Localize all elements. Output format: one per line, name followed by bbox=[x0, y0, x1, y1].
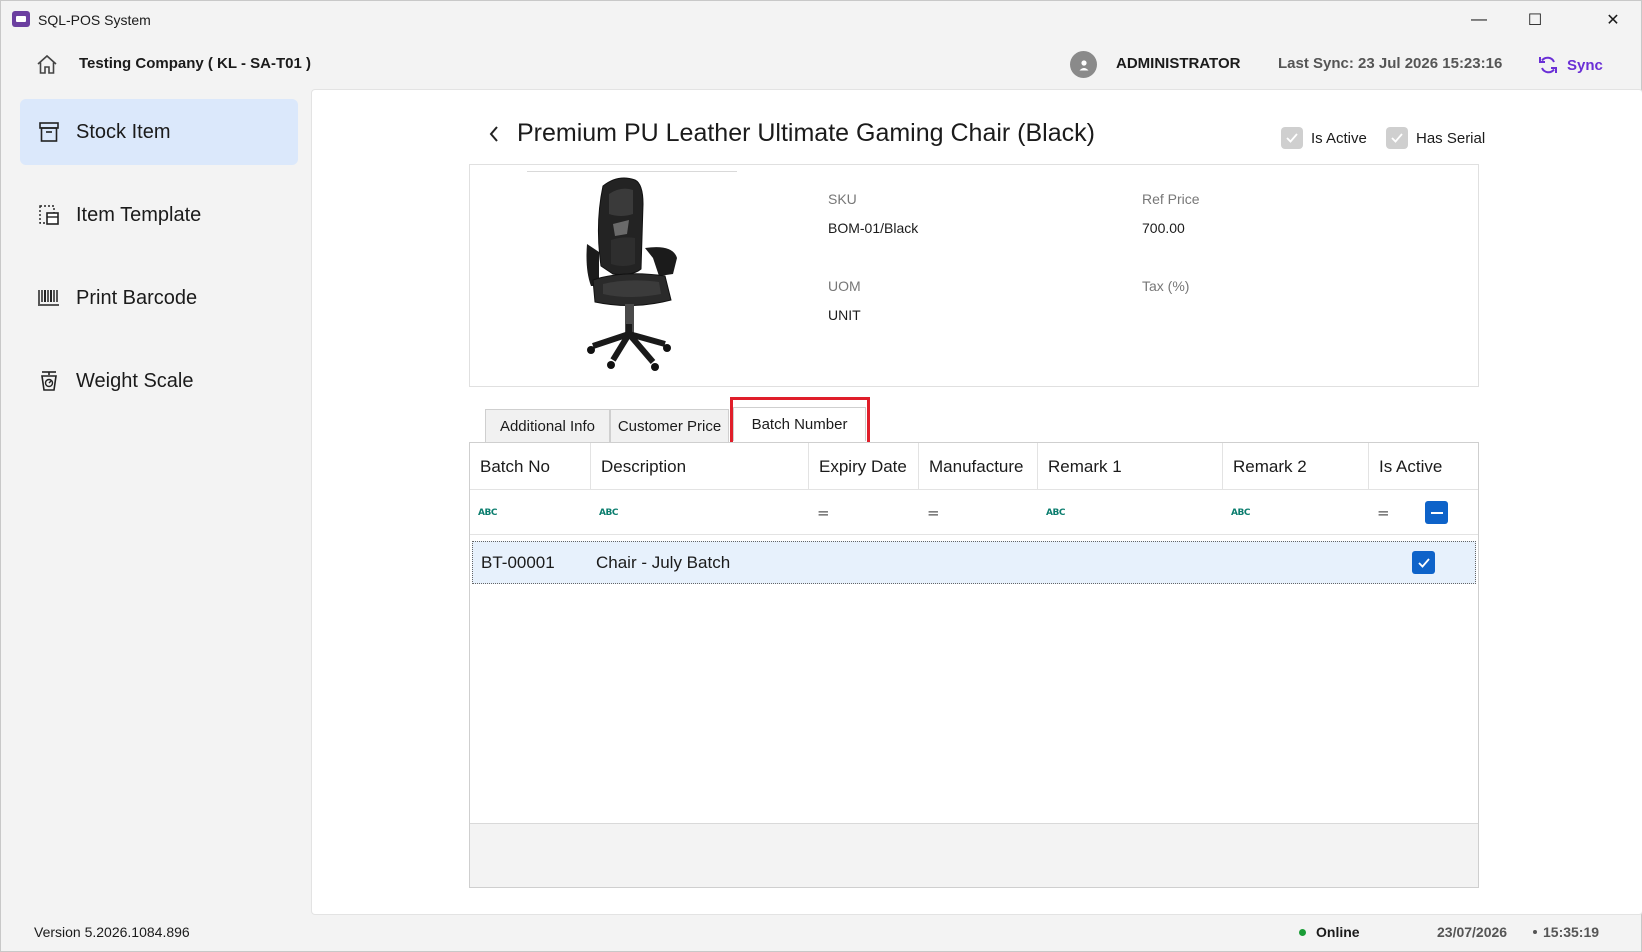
status-time-wrap: 15:35:19 bbox=[1533, 924, 1599, 940]
sidebar-item-label: Weight Scale bbox=[76, 370, 194, 392]
weight-scale-icon bbox=[41, 371, 57, 391]
close-button[interactable]: ✕ bbox=[1585, 1, 1641, 39]
tab-customer-price[interactable]: Customer Price bbox=[610, 409, 729, 443]
company-name: Testing Company ( KL - SA-T01 ) bbox=[79, 55, 311, 72]
archive-box-icon bbox=[39, 122, 59, 142]
text-filter-icon[interactable]: ABC bbox=[470, 490, 497, 535]
check-icon bbox=[1417, 557, 1430, 568]
filter-glyph: = bbox=[817, 503, 830, 522]
image-divider bbox=[527, 171, 737, 172]
row-is-active-checkbox[interactable] bbox=[1412, 551, 1435, 574]
user-avatar[interactable] bbox=[1070, 51, 1097, 78]
filter-glyph: = bbox=[1377, 503, 1390, 522]
filter-glyph: ABC bbox=[478, 507, 497, 518]
back-button[interactable] bbox=[484, 120, 504, 148]
column-header-is-active[interactable]: Is Active bbox=[1369, 443, 1478, 490]
sidebar: Stock Item Item Template Print Barcode W… bbox=[1, 91, 311, 911]
minimize-button[interactable]: — bbox=[1451, 1, 1507, 39]
indeterminate-icon bbox=[1430, 511, 1443, 514]
text-filter-icon[interactable]: ABC bbox=[1223, 490, 1250, 535]
uom-value: UNIT bbox=[828, 307, 861, 323]
text-filter-icon[interactable]: ABC bbox=[1038, 490, 1065, 535]
has-serial-checkbox[interactable]: Has Serial bbox=[1386, 127, 1485, 149]
sidebar-item-label: Stock Item bbox=[76, 121, 171, 143]
column-header-remark-1[interactable]: Remark 1 bbox=[1038, 443, 1223, 490]
title-bar: SQL-POS System — ☐ ✕ bbox=[1, 1, 1641, 39]
app-logo-icon bbox=[12, 11, 30, 27]
cell-description[interactable]: Chair - July Batch bbox=[596, 542, 730, 583]
barcode-icon bbox=[38, 290, 59, 306]
grid-footer bbox=[470, 823, 1478, 887]
is-active-filter-checkbox[interactable] bbox=[1425, 501, 1448, 524]
sync-button[interactable]: Sync bbox=[1537, 50, 1603, 80]
table-row[interactable]: BT-00001 Chair - July Batch bbox=[472, 541, 1476, 584]
template-icon bbox=[39, 205, 59, 225]
column-header-expiry-date[interactable]: Expiry Date bbox=[809, 443, 919, 490]
sidebar-item-weight-scale[interactable]: Weight Scale bbox=[20, 348, 298, 414]
cell-batch-no[interactable]: BT-00001 bbox=[481, 542, 555, 583]
filter-glyph: ABC bbox=[1046, 507, 1065, 518]
separator-dot bbox=[1533, 930, 1537, 934]
check-icon bbox=[1286, 133, 1298, 143]
grid-header: Batch No Description Expiry Date Manufac… bbox=[470, 443, 1478, 490]
has-serial-label: Has Serial bbox=[1416, 129, 1486, 147]
filter-row: ABC ABC = = ABC ABC = bbox=[470, 490, 1478, 535]
app-version: Version 5.2026.1084.896 bbox=[34, 924, 190, 940]
sidebar-item-label: Item Template bbox=[76, 204, 202, 226]
uom-label: UOM bbox=[828, 278, 861, 294]
app-window: SQL-POS System — ☐ ✕ Testing Company ( K… bbox=[0, 0, 1642, 952]
check-icon bbox=[1391, 133, 1403, 143]
sku-value: BOM-01/Black bbox=[828, 220, 919, 236]
checkbox-box bbox=[1281, 127, 1303, 149]
sync-label: Sync bbox=[1567, 56, 1603, 74]
user-icon bbox=[1079, 59, 1088, 70]
ref-price-label: Ref Price bbox=[1142, 191, 1200, 207]
sync-icon bbox=[1539, 56, 1557, 74]
tax-label: Tax (%) bbox=[1142, 278, 1190, 294]
filter-glyph: = bbox=[927, 503, 940, 522]
last-sync-time: Last Sync: 23 Jul 2026 15:23:16 bbox=[1278, 55, 1503, 72]
equals-filter-icon[interactable]: = bbox=[809, 490, 830, 535]
sidebar-item-item-template[interactable]: Item Template bbox=[20, 182, 298, 248]
chevron-left-icon bbox=[489, 126, 498, 142]
connection-status: Online bbox=[1299, 924, 1360, 940]
sidebar-item-print-barcode[interactable]: Print Barcode bbox=[20, 265, 298, 331]
is-active-checkbox[interactable]: Is Active bbox=[1281, 127, 1367, 149]
checkbox-box bbox=[1386, 127, 1408, 149]
sku-label: SKU bbox=[828, 191, 857, 207]
online-indicator-icon bbox=[1299, 928, 1306, 936]
window-title: SQL-POS System bbox=[38, 12, 151, 28]
column-header-manufacture[interactable]: Manufacture bbox=[919, 443, 1038, 490]
equals-filter-icon[interactable]: = bbox=[1369, 490, 1390, 535]
maximize-button[interactable]: ☐ bbox=[1507, 1, 1563, 39]
sidebar-item-stock-item[interactable]: Stock Item bbox=[20, 99, 298, 165]
connection-label: Online bbox=[1316, 924, 1360, 940]
is-active-label: Is Active bbox=[1311, 129, 1367, 147]
filter-glyph: ABC bbox=[599, 507, 618, 518]
column-header-remark-2[interactable]: Remark 2 bbox=[1223, 443, 1369, 490]
batch-grid: Batch No Description Expiry Date Manufac… bbox=[469, 442, 1479, 888]
status-date: 23/07/2026 bbox=[1437, 924, 1508, 940]
column-header-batch-no[interactable]: Batch No bbox=[470, 443, 591, 490]
tab-additional-info[interactable]: Additional Info bbox=[485, 409, 610, 443]
app-header: Testing Company ( KL - SA-T01 ) ADMINIST… bbox=[1, 39, 1641, 91]
text-filter-icon[interactable]: ABC bbox=[591, 490, 618, 535]
ref-price-value: 700.00 bbox=[1142, 220, 1185, 236]
sidebar-item-label: Print Barcode bbox=[76, 287, 198, 309]
equals-filter-icon[interactable]: = bbox=[919, 490, 940, 535]
item-title: Premium PU Leather Ultimate Gaming Chair… bbox=[517, 119, 1095, 147]
column-header-description[interactable]: Description bbox=[591, 443, 809, 490]
user-name: ADMINISTRATOR bbox=[1116, 55, 1241, 72]
status-time: 15:35:19 bbox=[1543, 924, 1600, 940]
filter-glyph: ABC bbox=[1231, 507, 1250, 518]
product-image bbox=[586, 177, 677, 371]
home-icon[interactable] bbox=[35, 53, 59, 77]
